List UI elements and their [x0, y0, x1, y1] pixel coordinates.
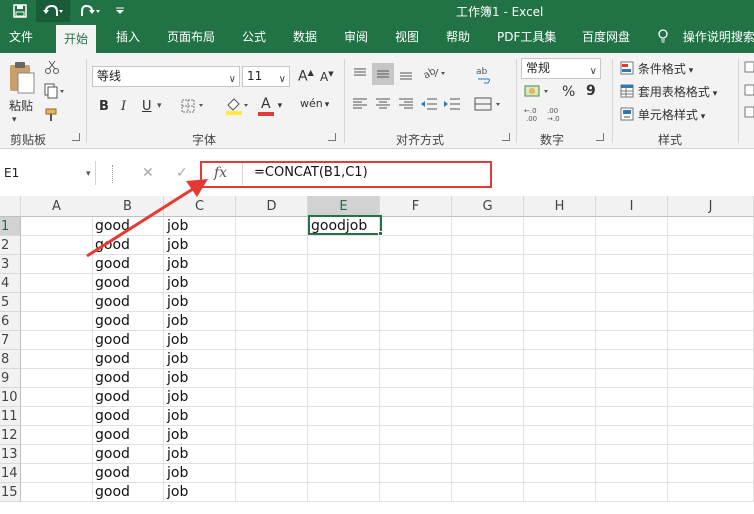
annotation-arrow: [86, 179, 208, 258]
annotation-arrowhead: [186, 179, 208, 197]
annotation-arrow-line: [86, 185, 197, 258]
